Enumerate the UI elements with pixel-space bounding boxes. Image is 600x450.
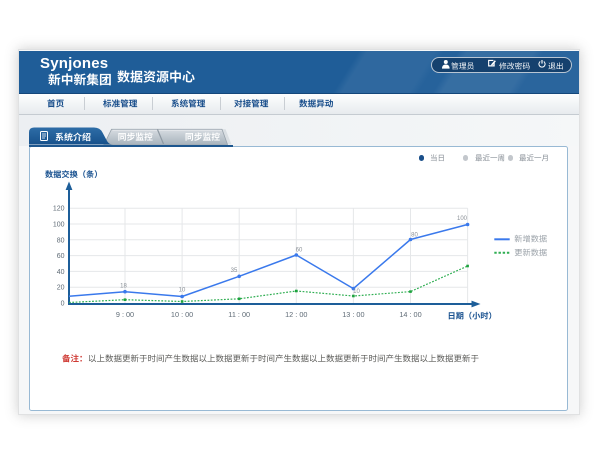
svg-text:100: 100 [53,222,65,229]
svg-text:60: 60 [296,248,303,254]
svg-text:14 : 00: 14 : 00 [399,310,421,319]
svg-text:10: 10 [179,288,186,294]
svg-text:0: 0 [61,301,65,308]
svg-text:11 : 00: 11 : 00 [228,310,250,319]
svg-text:120: 120 [53,206,65,213]
svg-text:10 : 00: 10 : 00 [171,310,193,319]
svg-text:18: 18 [120,284,127,290]
svg-text:100: 100 [457,216,468,222]
svg-text:9 : 00: 9 : 00 [116,310,134,319]
svg-text:13 : 00: 13 : 00 [342,310,364,319]
svg-text:60: 60 [57,253,65,260]
svg-text:40: 40 [57,269,65,276]
svg-text:80: 80 [57,237,65,244]
svg-text:10: 10 [353,289,360,295]
svg-text:12 : 00: 12 : 00 [285,310,307,319]
svg-text:35: 35 [231,268,238,274]
svg-text:20: 20 [57,285,65,292]
svg-text:80: 80 [411,233,418,239]
